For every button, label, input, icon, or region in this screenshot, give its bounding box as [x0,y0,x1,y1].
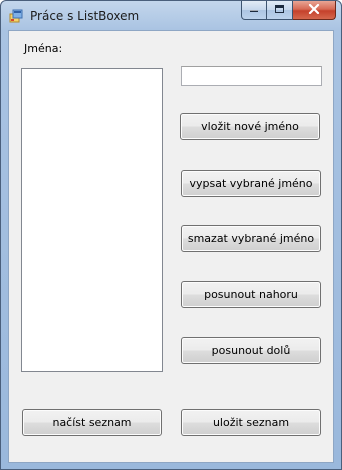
save-list-button[interactable]: uložit seznam [181,409,321,436]
insert-new-name-button[interactable]: vložit nové jméno [180,113,320,140]
names-label: Jména: [24,42,63,55]
form-app-icon[interactable] [9,9,23,23]
window-title: Práce s ListBoxem [30,9,140,23]
title-bar[interactable]: Práce s ListBoxem [1,1,341,29]
minimize-button[interactable] [241,1,267,20]
caption-buttons [241,1,336,21]
move-up-button[interactable]: posunout nahoru [181,281,321,308]
minimize-icon [249,4,259,17]
name-input[interactable] [181,66,322,86]
print-selected-name-button[interactable]: vypsat vybrané jméno [181,170,321,197]
close-icon [308,3,320,17]
move-down-button[interactable]: posunout dolů [181,337,321,364]
load-list-button[interactable]: načíst seznam [22,409,162,436]
close-button[interactable] [293,1,336,20]
app-window: Práce s ListBoxem Jména: vložit nové jmé… [0,0,342,470]
delete-selected-name-button[interactable]: smazat vybrané jméno [181,225,321,252]
maximize-button[interactable] [267,1,293,20]
names-listbox[interactable] [21,68,163,372]
maximize-icon [274,4,285,17]
form-client-area: Jména: vložit nové jméno vypsat vybrané … [8,30,334,463]
